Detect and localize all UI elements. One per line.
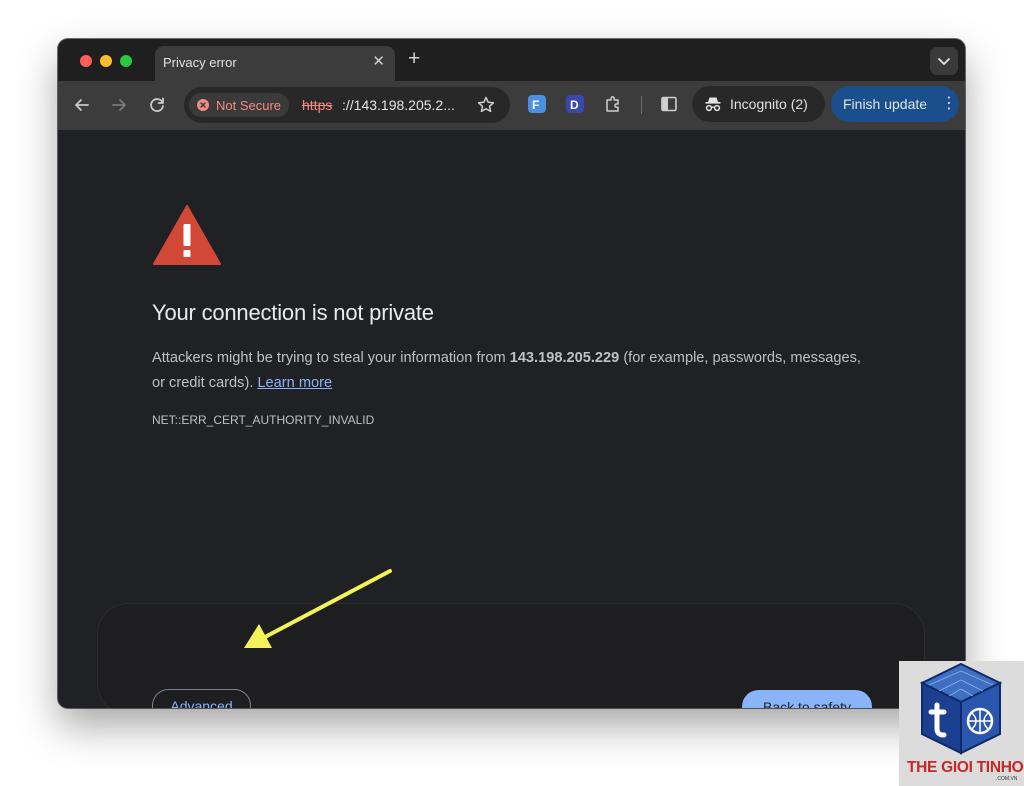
star-icon[interactable]	[476, 95, 496, 115]
privacy-error-page: Your connection is not private Attackers…	[58, 130, 965, 708]
incognito-icon	[705, 97, 721, 112]
url-text: ://143.198.205.2...	[342, 97, 455, 113]
chevron-down-icon	[938, 58, 950, 65]
url-scheme: https	[302, 97, 333, 113]
tab-strip: Privacy error ✕ +	[58, 39, 965, 82]
incognito-label: Incognito (2)	[730, 96, 808, 112]
tab-title: Privacy error	[163, 55, 237, 70]
not-secure-icon	[197, 99, 209, 111]
watermark-subtext: .COM.VN	[996, 776, 1018, 782]
arrow-left-icon[interactable]	[71, 94, 93, 116]
more-menu-icon[interactable]: ⋮	[941, 95, 957, 113]
learn-more-link[interactable]: Learn more	[257, 375, 332, 391]
reload-icon[interactable]	[146, 94, 168, 116]
toolbar: Not Secure https ://143.198.205.2... F D	[58, 81, 965, 130]
side-panel-icon[interactable]	[660, 95, 678, 113]
toolbar-divider	[641, 96, 642, 114]
close-window-button[interactable]	[80, 55, 92, 67]
extension-f-letter: F	[532, 98, 539, 112]
error-code: NET::ERR_CERT_AUTHORITY_INVALID	[152, 413, 375, 427]
tab-privacy-error[interactable]: Privacy error ✕	[155, 46, 395, 82]
tab-search-button[interactable]	[930, 47, 958, 75]
advanced-button[interactable]: Advanced	[152, 689, 251, 708]
tab-close-icon[interactable]: ✕	[372, 54, 385, 70]
finish-update-label: Finish update	[843, 96, 928, 112]
back-to-safety-button[interactable]: Back to safety	[742, 690, 872, 708]
minimize-window-button[interactable]	[100, 55, 112, 67]
new-tab-button[interactable]: +	[408, 48, 420, 70]
extension-f-icon[interactable]: F	[528, 95, 546, 113]
watermark-logo: THE GIOI TINHOC .COM.VN	[899, 661, 1024, 786]
browser-window: Privacy error ✕ + Not Secure https://14…	[58, 39, 965, 708]
extension-d-icon[interactable]: D	[566, 95, 584, 113]
error-description: Attackers might be trying to steal your …	[152, 346, 872, 396]
address-bar[interactable]: Not Secure https ://143.198.205.2...	[184, 87, 510, 123]
zoom-window-button[interactable]	[120, 55, 132, 67]
page-title: Your connection is not private	[152, 300, 434, 325]
host-name: 143.198.205.229	[509, 350, 620, 366]
watermark-text: THE GIOI TINHOC	[907, 759, 1024, 776]
arrow-right-icon[interactable]	[108, 94, 130, 116]
warning-triangle-icon	[153, 205, 221, 265]
incognito-indicator[interactable]: Incognito (2)	[692, 86, 825, 122]
extension-d-letter: D	[570, 98, 579, 112]
security-chip[interactable]: Not Secure	[189, 93, 289, 117]
puzzle-icon[interactable]	[604, 95, 622, 113]
finish-update-button[interactable]: Finish update ⋮	[831, 86, 959, 122]
desc-text: Attackers might be trying to steal your …	[152, 350, 510, 366]
security-chip-label: Not Secure	[216, 98, 282, 113]
